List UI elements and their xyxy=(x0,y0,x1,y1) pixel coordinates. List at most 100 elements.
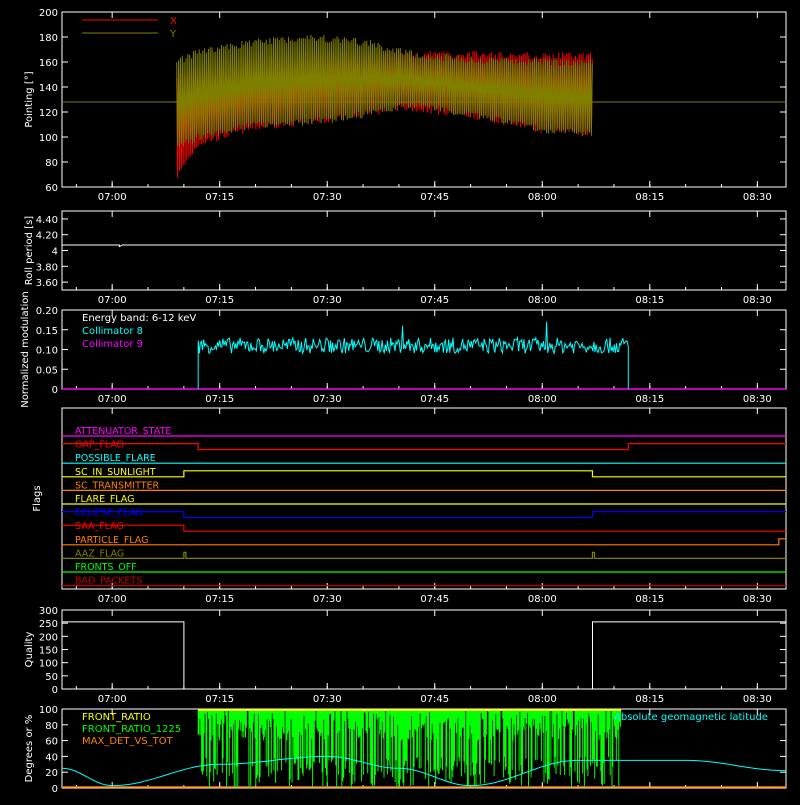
pointing-legend-label: X xyxy=(170,16,177,27)
roll-ylabel: Roll period [s] xyxy=(24,216,35,285)
flag-line-aaz-flag xyxy=(62,551,786,559)
pointing-ytick-label: 100 xyxy=(39,133,58,144)
quality-ytick-label: 150 xyxy=(39,646,58,657)
quality-xtick-label: 07:15 xyxy=(205,694,234,705)
quality-xtick-label: 08:30 xyxy=(743,694,772,705)
flags-xtick-label: 07:15 xyxy=(205,594,234,605)
pointing-series-y xyxy=(176,34,593,147)
modulation-xtick-label: 08:15 xyxy=(635,394,664,405)
modulation-ylabel: Normalized modulation xyxy=(20,291,31,408)
ratios-legend-label: FRONT_RATIO xyxy=(82,712,151,723)
quality-xtick-label: 08:00 xyxy=(528,694,557,705)
modulation-xtick-label: 07:15 xyxy=(205,394,234,405)
quality-ylabel: Quality xyxy=(24,632,35,668)
flags-ylabel: Flags xyxy=(32,485,43,511)
modulation-annotation: Energy band: 6-12 keV xyxy=(82,313,196,324)
pointing-xtick-label: 07:15 xyxy=(205,192,234,203)
modulation-legend-label: Collimator 8 xyxy=(82,326,143,337)
pointing-ytick-label: 160 xyxy=(39,58,58,69)
pointing-xtick-label: 07:00 xyxy=(98,192,127,203)
roll-frame xyxy=(61,210,787,291)
roll-xtick-label: 07:30 xyxy=(313,295,342,306)
flags-xtick-label: 07:00 xyxy=(98,594,127,605)
ratios-ytick-label: 40 xyxy=(45,752,58,763)
flag-label: SC_TRANSMITTER xyxy=(75,480,160,491)
ratios-front-ratio-1225 xyxy=(197,709,622,788)
flags-xtick-label: 08:30 xyxy=(743,594,772,605)
modulation-collimator-8 xyxy=(197,321,629,390)
modulation-ytick-label: 0 xyxy=(52,385,58,396)
flag-line-gap-flag xyxy=(62,443,786,451)
pointing-ytick-label: 140 xyxy=(39,83,58,94)
roll-xtick-label: 08:15 xyxy=(635,295,664,306)
quality-ytick-label: 250 xyxy=(39,619,58,630)
quality-ytick-label: 200 xyxy=(39,632,58,643)
roll-ytick-label: 4.40 xyxy=(36,215,58,226)
modulation-xtick-label: 08:30 xyxy=(743,394,772,405)
ratios-ytick-label: 80 xyxy=(45,721,58,732)
flag-label: AAZ_FLAG xyxy=(75,548,124,559)
quality-ytick-label: 300 xyxy=(39,606,58,617)
pointing-xtick-label: 08:30 xyxy=(743,192,772,203)
flags-xtick-label: 07:30 xyxy=(313,594,342,605)
pointing-xtick-label: 07:45 xyxy=(420,192,449,203)
quality-ytick-label: 0 xyxy=(52,685,58,696)
roll-xtick-label: 08:00 xyxy=(528,295,557,306)
roll-xtick-label: 07:00 xyxy=(98,295,127,306)
pointing-ylabel: Pointing [°] xyxy=(24,71,35,127)
flags-xtick-label: 08:00 xyxy=(528,594,557,605)
modulation-ytick-label: 0.10 xyxy=(36,346,58,357)
ratios-geomagnetic-latitude xyxy=(61,755,786,787)
ratios-legend-label: FRONT_RATIO_1225 xyxy=(82,724,181,735)
figure-canvas: 07:00 07:15 07:30 07:45 08:00 08:15 08:30 60 80 1… xyxy=(20,8,787,795)
modulation-xtick-label: 07:30 xyxy=(313,394,342,405)
ratios-annotation: Absolute geomagnetic latitude xyxy=(614,712,768,723)
flag-label: SC_IN_SUNLIGHT xyxy=(75,467,156,478)
quality-line xyxy=(62,621,786,690)
pointing-xtick-label: 07:30 xyxy=(313,192,342,203)
ratios-ytick-label: 0 xyxy=(52,784,58,795)
flag-label: PARTICLE_FLAG xyxy=(75,535,148,546)
figure: 07:00 07:15 07:30 07:45 08:00 08:15 08:30 60 80 1… xyxy=(0,0,800,800)
ratios-legend-label: MAX_DET_VS_TOT xyxy=(82,736,174,747)
flag-label: GAP_FLAG xyxy=(75,440,124,451)
pointing-xtick-label: 08:15 xyxy=(635,192,664,203)
flag-label: FLARE_FLAG xyxy=(75,494,135,505)
modulation-xtick-label: 07:45 xyxy=(420,394,449,405)
modulation-ytick-label: 0.20 xyxy=(36,306,58,317)
modulation-ytick-label: 0.15 xyxy=(36,326,58,337)
roll-xtick-label: 07:45 xyxy=(420,295,449,306)
ratios-ylabel: Degrees or % xyxy=(24,715,35,783)
flag-label: SAA_FLAG xyxy=(75,521,124,532)
modulation-legend-label: Collimator 9 xyxy=(82,339,143,350)
quality-ytick-label: 100 xyxy=(39,659,58,670)
roll-xtick-label: 07:15 xyxy=(205,295,234,306)
modulation-ytick-label: 0.05 xyxy=(36,365,58,376)
roll-xtick-label: 08:30 xyxy=(743,295,772,306)
pointing-ytick-label: 120 xyxy=(39,108,58,119)
roll-ytick-label: 4.20 xyxy=(36,231,58,242)
quality-xtick-label: 07:45 xyxy=(420,694,449,705)
flags-xtick-label: 08:15 xyxy=(635,594,664,605)
quality-xtick-label: 08:15 xyxy=(635,694,664,705)
modulation-xtick-label: 08:00 xyxy=(528,394,557,405)
pointing-ytick-label: 80 xyxy=(45,158,58,169)
flag-label: ATTENUATOR_STATE xyxy=(75,426,171,437)
ratios-ytick-label: 100 xyxy=(39,705,58,716)
modulation-xtick-label: 07:00 xyxy=(98,394,127,405)
pointing-ytick-label: 180 xyxy=(39,33,58,44)
flag-line-eclipse-flag xyxy=(62,511,786,519)
quality-ytick-label: 50 xyxy=(45,672,58,683)
flag-label: BAD_PACKETS xyxy=(75,576,142,587)
roll-ytick-label: 3.80 xyxy=(36,262,58,273)
flag-label: ECLIPSE_FLAG xyxy=(75,508,143,519)
roll-period-line xyxy=(62,244,786,248)
flag-label: POSSIBLE_FLARE xyxy=(75,453,156,464)
flag-line-particle-flag xyxy=(62,538,786,546)
ratios-ytick-label: 20 xyxy=(45,768,58,779)
flags-xtick-label: 07:45 xyxy=(420,594,449,605)
flag-label: FRONTS_OFF xyxy=(75,562,137,573)
roll-ytick-label: 4 xyxy=(52,247,58,258)
ratios-ytick-label: 60 xyxy=(45,737,58,748)
pointing-legend-label: Y xyxy=(169,29,177,40)
